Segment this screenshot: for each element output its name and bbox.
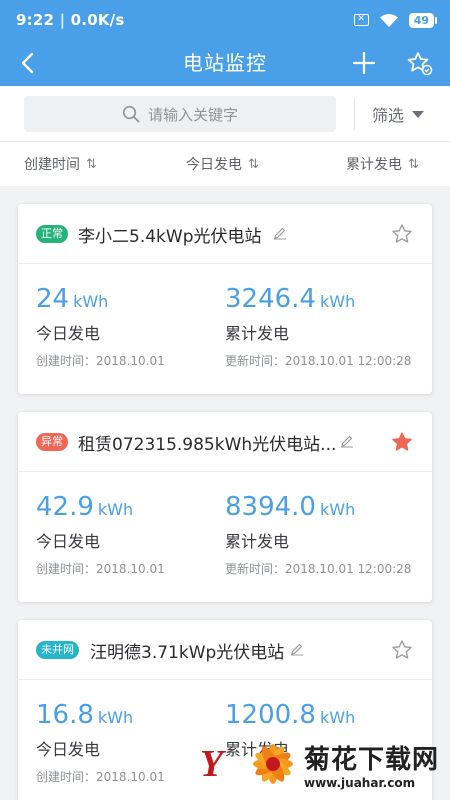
status-bar: 9:22 | 0.0K/s ✕ 49 — [0, 0, 450, 40]
today-generation: 24 kWh 今日发电 创建时间：2018.10.01 — [36, 284, 165, 369]
star-icon[interactable] — [391, 639, 413, 661]
total-label: 累计发电 — [225, 532, 290, 551]
card-header: 正常 李小二5.4kWp光伏电站 — [18, 204, 432, 264]
add-icon[interactable] — [350, 49, 378, 77]
watermark-brand: 菊花下载网 — [304, 744, 440, 775]
station-name: 李小二5.4kWp光伏电站 — [78, 227, 262, 247]
created-time: 创建时间：2018.10.01 — [36, 770, 165, 784]
total-value: 3246.4 — [225, 284, 316, 314]
created-time: 创建时间：2018.10.01 — [36, 354, 165, 368]
status-speed: 0.0K/s — [70, 11, 125, 29]
search-input[interactable]: 请输入关键字 — [24, 96, 336, 132]
today-value: 24 — [36, 284, 70, 314]
sort-label: 累计发电 — [346, 157, 402, 173]
status-badge: 异常 — [36, 433, 68, 451]
watermark: Y 菊花下载网 www.juahar.com — [200, 728, 450, 800]
station-name: 汪明德3.71kWp光伏电站 — [90, 643, 285, 663]
flower-icon — [253, 744, 293, 784]
sort-created-time[interactable]: 创建时间 ⇅ — [24, 142, 97, 186]
nav-bar: 电站监控 — [0, 40, 450, 86]
updated-time: 更新时间：2018.10.01 12:00:28 — [225, 562, 412, 576]
today-label: 今日发电 — [36, 532, 101, 551]
total-unit: kWh — [319, 500, 356, 519]
updated-time: 更新时间：2018.10.01 12:00:28 — [225, 354, 412, 368]
total-unit: kWh — [319, 292, 356, 311]
dropdown-triangle-icon — [412, 110, 425, 118]
sort-bar: 创建时间 ⇅ 今日发电 ⇅ 累计发电 ⇅ — [0, 142, 450, 186]
today-label: 今日发电 — [36, 740, 101, 759]
search-bar: 请输入关键字 筛选 — [0, 86, 450, 142]
filter-label: 筛选 — [372, 106, 405, 125]
station-name: 租赁072315.985kWh光伏电站... — [78, 435, 337, 455]
card-header: 未并网 汪明德3.71kWp光伏电站 — [18, 620, 432, 680]
sim-off-icon: ✕ — [353, 14, 369, 26]
total-unit: kWh — [319, 708, 356, 727]
edit-pencil-icon[interactable] — [340, 434, 354, 448]
search-divider — [354, 98, 355, 130]
star-filled-icon[interactable] — [391, 431, 413, 453]
watermark-text: 菊花下载网 www.juahar.com — [304, 739, 439, 790]
edit-pencil-icon[interactable] — [290, 642, 304, 656]
total-generation: 3246.4 kWh 累计发电 更新时间：2018.10.01 12:00:28 — [225, 284, 411, 369]
search-placeholder: 请输入关键字 — [147, 105, 238, 124]
battery-level: 49 — [413, 13, 429, 27]
favorites-star-icon[interactable] — [405, 49, 435, 79]
star-icon[interactable] — [391, 223, 413, 245]
sort-label: 今日发电 — [186, 157, 242, 173]
sort-today-generation[interactable]: 今日发电 ⇅ — [186, 142, 259, 186]
sort-arrows-icon: ⇅ — [248, 156, 259, 172]
today-unit: kWh — [73, 292, 109, 311]
today-generation: 16.8 kWh 今日发电 创建时间：2018.10.01 — [36, 700, 165, 785]
sort-arrows-icon: ⇅ — [408, 156, 419, 172]
status-badge: 未并网 — [36, 641, 79, 659]
station-card[interactable]: 正常 李小二5.4kWp光伏电站 24 kWh 今日发电 创建时间：2018.10… — [18, 204, 432, 394]
total-value: 8394.0 — [225, 492, 316, 522]
total-generation: 8394.0 kWh 累计发电 更新时间：2018.10.01 12:00:28 — [225, 492, 411, 577]
total-value: 1200.8 — [225, 700, 316, 730]
battery-icon: 49 — [408, 12, 438, 28]
back-icon[interactable] — [14, 49, 42, 77]
today-unit: kWh — [97, 500, 134, 519]
status-time-speed: 9:22 | 0.0K/s — [16, 11, 124, 29]
page-title: 电站监控 — [183, 51, 267, 75]
total-label: 累计发电 — [225, 324, 290, 343]
status-icons: ✕ 49 — [353, 12, 438, 28]
status-badge: 正常 — [36, 225, 68, 243]
today-value: 16.8 — [36, 700, 94, 730]
sort-arrows-icon: ⇅ — [86, 156, 97, 172]
watermark-url: www.juahar.com — [304, 775, 416, 790]
today-label: 今日发电 — [36, 324, 101, 343]
card-header: 异常 租赁072315.985kWh光伏电站... — [18, 412, 432, 472]
today-generation: 42.9 kWh 今日发电 创建时间：2018.10.01 — [36, 492, 165, 577]
search-icon — [122, 105, 140, 123]
status-time: 9:22 — [16, 11, 55, 29]
sort-total-generation[interactable]: 累计发电 ⇅ — [346, 142, 419, 186]
sort-label: 创建时间 — [24, 157, 80, 173]
status-separator: | — [59, 11, 71, 29]
edit-pencil-icon[interactable] — [273, 226, 287, 240]
wifi-icon — [379, 13, 398, 27]
station-card[interactable]: 异常 租赁072315.985kWh光伏电站... 42.9 kWh 今日发电 创… — [18, 412, 432, 602]
filter-button[interactable]: 筛选 — [372, 96, 425, 132]
watermark-logo: Y — [200, 743, 224, 785]
today-value: 42.9 — [36, 492, 94, 522]
created-time: 创建时间：2018.10.01 — [36, 562, 165, 576]
today-unit: kWh — [97, 708, 134, 727]
